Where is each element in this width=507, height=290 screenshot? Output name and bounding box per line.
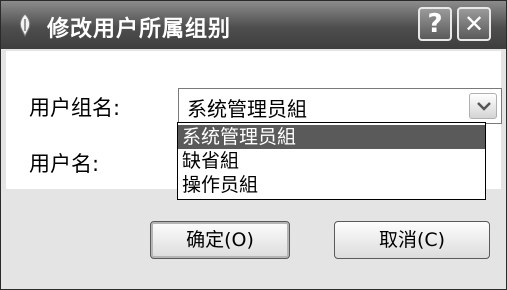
group-dropdown-list[interactable]: 系统管理员組 缺省組 操作员組 <box>177 122 486 200</box>
help-icon: ? <box>427 9 443 39</box>
close-icon: ✕ <box>463 10 485 38</box>
ok-button[interactable]: 确定(O) <box>150 221 290 259</box>
dropdown-option[interactable]: 操作员組 <box>178 173 485 197</box>
chevron-down-icon <box>477 102 491 111</box>
dialog-title: 修改用户所属组别 <box>47 16 232 42</box>
group-select[interactable]: 系统管理员組 <box>178 88 502 124</box>
cancel-button[interactable]: 取消(C) <box>334 221 490 259</box>
close-button[interactable]: ✕ <box>457 7 491 41</box>
group-select-value: 系统管理员組 <box>187 97 307 121</box>
dropdown-button[interactable] <box>469 93 497 119</box>
help-button[interactable]: ? <box>418 7 452 41</box>
user-name-label: 用户名: <box>29 152 100 176</box>
dialog-window: 修改用户所属组别 ? ✕ 用户组名: 系统管理员組 用户名: 确定(O) 取消(… <box>0 0 507 290</box>
title-bar[interactable]: 修改用户所属组别 ? ✕ <box>1 1 506 49</box>
group-name-label: 用户组名: <box>29 96 121 120</box>
dropdown-option[interactable]: 系统管理员組 <box>178 125 485 149</box>
app-icon <box>19 13 31 37</box>
dropdown-option[interactable]: 缺省組 <box>178 149 485 173</box>
